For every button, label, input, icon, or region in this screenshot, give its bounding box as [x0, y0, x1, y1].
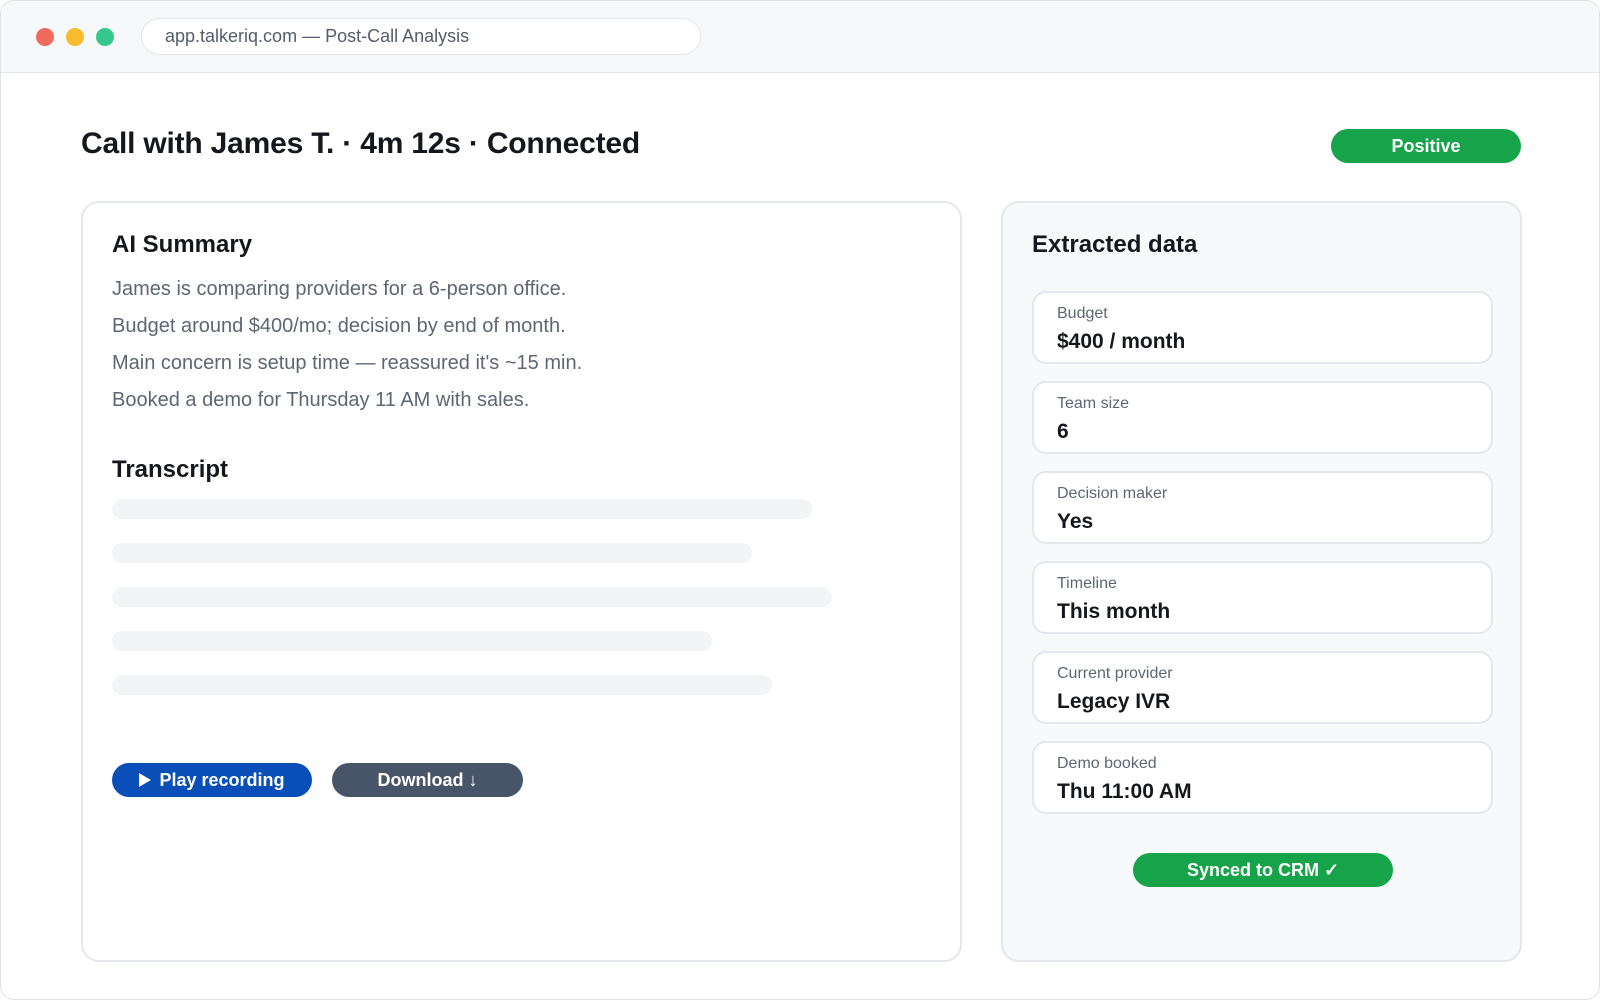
- field-value: This month: [1057, 600, 1171, 623]
- summary-line: Budget around $400/mo; decision by end o…: [112, 315, 566, 337]
- browser-titlebar: app.talkeriq.com — Post-Call Analysis: [1, 1, 1599, 73]
- address-bar[interactable]: app.talkeriq.com — Post-Call Analysis: [141, 18, 701, 55]
- field-label: Timeline: [1057, 575, 1117, 592]
- field-value: $400 / month: [1057, 330, 1186, 353]
- field-current-provider: Current provider Legacy IVR: [1032, 651, 1493, 724]
- field-label: Decision maker: [1057, 485, 1168, 502]
- summary-line: James is comparing providers for a 6-per…: [112, 278, 567, 300]
- field-label: Team size: [1057, 395, 1130, 412]
- summary-line: Main concern is setup time — reassured i…: [112, 352, 583, 374]
- transcript-placeholder-line: [112, 499, 812, 519]
- extracted-data-heading: Extracted data: [1032, 231, 1198, 258]
- transcript-placeholder-line: [112, 543, 752, 563]
- field-timeline: Timeline This month: [1032, 561, 1493, 634]
- summary-line: Booked a demo for Thursday 11 AM with sa…: [112, 389, 530, 411]
- page-title: Call with James T. · 4m 12s · Connected: [81, 127, 641, 160]
- field-value: Legacy IVR: [1057, 690, 1171, 713]
- field-demo-booked: Demo booked Thu 11:00 AM: [1032, 741, 1493, 814]
- browser-window: app.talkeriq.com — Post-Call Analysis Ca…: [0, 0, 1600, 1000]
- field-decision-maker: Decision maker Yes: [1032, 471, 1493, 544]
- transcript-placeholder-line: [112, 675, 772, 695]
- minimize-window-button[interactable]: [66, 28, 84, 46]
- summary-heading: AI Summary: [112, 231, 253, 258]
- play-icon: [139, 773, 152, 787]
- close-window-button[interactable]: [36, 28, 54, 46]
- transcript-placeholder-line: [112, 587, 832, 607]
- maximize-window-button[interactable]: [96, 28, 114, 46]
- sentiment-badge: Positive: [1331, 129, 1521, 163]
- synced-to-crm-button[interactable]: Synced to CRM ✓: [1133, 853, 1393, 887]
- field-value: Thu 11:00 AM: [1057, 780, 1192, 803]
- field-label: Current provider: [1057, 665, 1173, 682]
- play-recording-button[interactable]: Play recording: [112, 763, 312, 797]
- field-team-size: Team size 6: [1032, 381, 1493, 454]
- transcript-heading: Transcript: [112, 456, 229, 483]
- field-label: Budget: [1057, 305, 1108, 322]
- extracted-data-card: Extracted data Budget $400 / month Team …: [1001, 201, 1522, 962]
- field-value: Yes: [1057, 510, 1094, 533]
- transcript-placeholder-line: [112, 631, 712, 651]
- call-analysis-card: AI Summary James is comparing providers …: [81, 201, 962, 962]
- field-value: 6: [1057, 420, 1069, 443]
- download-button[interactable]: Download ↓: [332, 763, 523, 797]
- play-recording-label: Play recording: [159, 770, 285, 790]
- field-label: Demo booked: [1057, 755, 1157, 772]
- field-budget: Budget $400 / month: [1032, 291, 1493, 364]
